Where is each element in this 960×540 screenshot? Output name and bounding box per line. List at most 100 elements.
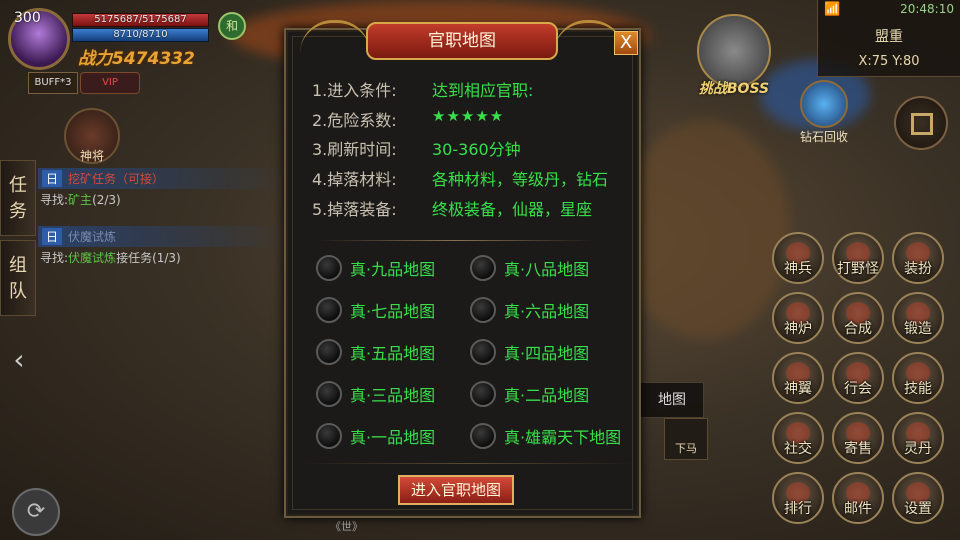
buff-badge[interactable]: BUFF*3 bbox=[28, 72, 78, 94]
function-button[interactable]: 寄售 bbox=[832, 412, 884, 464]
divider bbox=[318, 240, 594, 241]
challenge-boss-button[interactable]: 挑战BOSS bbox=[684, 14, 784, 104]
mp-text: 8710/8710 bbox=[113, 29, 168, 40]
map-option-label: 真·六品地图 bbox=[504, 302, 590, 321]
tab-tasks[interactable]: 任 务 bbox=[0, 160, 36, 236]
function-button[interactable]: 技能 bbox=[892, 352, 944, 404]
dismount-button[interactable]: 下马 bbox=[664, 418, 708, 460]
info-row: 1.进入条件: 达到相应官职: bbox=[312, 77, 642, 101]
map-option[interactable]: 真·四品地图 bbox=[470, 339, 589, 365]
task-item[interactable]: 日伏魔试炼 寻找:伏魔试炼接任务(1/3) bbox=[38, 226, 288, 268]
minimap-info[interactable]: 📶 20:48:10 盟重 X:75 Y:80 bbox=[817, 0, 960, 77]
function-button[interactable]: 神炉 bbox=[772, 292, 824, 344]
pk-mode-button[interactable]: 和 bbox=[218, 12, 246, 40]
diamond-recycle-button[interactable]: 钻石回收 bbox=[796, 80, 852, 145]
info-label: 2.危险系数: bbox=[312, 111, 397, 130]
function-button[interactable]: 排行 bbox=[772, 472, 824, 524]
daily-tag: 日 bbox=[42, 170, 63, 187]
clock: 20:48:10 bbox=[900, 2, 954, 16]
player-level: 300 bbox=[14, 10, 41, 26]
radio-button[interactable] bbox=[316, 381, 342, 407]
tab-tasks-char2: 务 bbox=[9, 201, 27, 222]
info-value: 达到相应官职: bbox=[432, 81, 534, 100]
collapse-panel-icon[interactable]: ‹ bbox=[4, 340, 34, 380]
function-button-label: 寄售 bbox=[844, 441, 872, 457]
close-button[interactable]: X bbox=[614, 31, 638, 55]
info-value: 终极装备，仙器，星座 bbox=[432, 200, 593, 219]
function-button[interactable]: 合成 bbox=[832, 292, 884, 344]
task-name: 挖矿任务（可接） bbox=[68, 172, 165, 186]
map-option-label: 真·二品地图 bbox=[504, 386, 590, 405]
function-button-label: 行会 bbox=[844, 381, 872, 397]
dialog-title: 官职地图 bbox=[366, 22, 558, 60]
mp-bar: 8710/8710 bbox=[72, 28, 209, 42]
task-target-link[interactable]: 伏魔试炼 bbox=[68, 251, 116, 265]
map-option-label: 真·九品地图 bbox=[350, 260, 436, 279]
radio-button[interactable] bbox=[470, 297, 496, 323]
function-button[interactable]: 灵丹 bbox=[892, 412, 944, 464]
map-option[interactable]: 真·七品地图 bbox=[316, 297, 435, 323]
function-button-label: 排行 bbox=[784, 501, 812, 517]
radio-button[interactable] bbox=[470, 339, 496, 365]
map-option[interactable]: 真·二品地图 bbox=[470, 381, 589, 407]
map-option[interactable]: 真·六品地图 bbox=[470, 297, 589, 323]
function-button[interactable]: 神兵 bbox=[772, 232, 824, 284]
info-row: 5.掉落装备: 终极装备，仙器，星座 bbox=[312, 196, 642, 220]
function-button-label: 打野怪 bbox=[837, 261, 879, 277]
info-row: 3.刷新时间: 30-360分钟 bbox=[312, 136, 642, 160]
map-option[interactable]: 真·五品地图 bbox=[316, 339, 435, 365]
task-target-link[interactable]: 矿主 bbox=[68, 193, 92, 207]
pet-general-button[interactable]: 神将 bbox=[64, 108, 120, 164]
info-row: 4.掉落材料: 各种材料，等级丹，钻石 bbox=[312, 166, 642, 190]
map-name: 盟重 bbox=[875, 29, 903, 45]
scenery-wall bbox=[620, 120, 790, 340]
diamond-recycle-label: 钻石回收 bbox=[799, 130, 848, 144]
map-option[interactable]: 真·八品地图 bbox=[470, 255, 589, 281]
function-button[interactable]: 社交 bbox=[772, 412, 824, 464]
function-button[interactable]: 装扮 bbox=[892, 232, 944, 284]
vip-badge[interactable]: VIP bbox=[80, 72, 140, 94]
radio-button[interactable] bbox=[470, 423, 496, 449]
function-button[interactable]: 神翼 bbox=[772, 352, 824, 404]
map-option[interactable]: 真·九品地图 bbox=[316, 255, 435, 281]
function-button[interactable]: 锻造 bbox=[892, 292, 944, 344]
world-chat[interactable]: 《世》 bbox=[330, 518, 363, 534]
map-tooltip[interactable]: 地图 bbox=[640, 382, 704, 418]
function-button-label: 邮件 bbox=[844, 501, 872, 517]
player-hud: 300 5175687/5175687 8710/8710 战力5474332 … bbox=[0, 0, 215, 100]
radio-button[interactable] bbox=[470, 381, 496, 407]
enter-map-button[interactable]: 进入官职地图 bbox=[398, 475, 514, 505]
map-option-label: 真·雄霸天下地图 bbox=[504, 428, 622, 447]
map-option[interactable]: 真·雄霸天下地图 bbox=[470, 423, 621, 449]
function-button-label: 设置 bbox=[904, 501, 932, 517]
info-value: 各种材料，等级丹，钻石 bbox=[432, 170, 609, 189]
radio-button[interactable] bbox=[316, 423, 342, 449]
daily-tag: 日 bbox=[42, 228, 63, 245]
diamond-icon bbox=[800, 80, 848, 128]
divider bbox=[304, 463, 634, 464]
map-option[interactable]: 真·三品地图 bbox=[316, 381, 435, 407]
radio-button[interactable] bbox=[316, 255, 342, 281]
radio-button[interactable] bbox=[316, 339, 342, 365]
map-option[interactable]: 真·一品地图 bbox=[316, 423, 435, 449]
tab-team-char2: 队 bbox=[9, 281, 27, 302]
tab-team[interactable]: 组 队 bbox=[0, 240, 36, 316]
hp-bar: 5175687/5175687 bbox=[72, 13, 209, 27]
function-button[interactable]: 打野怪 bbox=[832, 232, 884, 284]
function-button[interactable]: 行会 bbox=[832, 352, 884, 404]
radio-button[interactable] bbox=[316, 297, 342, 323]
function-button[interactable]: 设置 bbox=[892, 472, 944, 524]
task-name: 伏魔试炼 bbox=[68, 230, 117, 244]
expand-menu-button[interactable] bbox=[894, 96, 948, 150]
combat-power: 战力5474332 bbox=[78, 49, 195, 69]
task-item[interactable]: 日挖矿任务（可接） 寻找:矿主(2/3) bbox=[38, 168, 288, 210]
function-button-label: 神翼 bbox=[784, 381, 812, 397]
radio-button[interactable] bbox=[470, 255, 496, 281]
refresh-icon[interactable]: ⟳ bbox=[12, 488, 60, 536]
wifi-icon: 📶 bbox=[824, 2, 841, 17]
info-row: 2.危险系数: ★★★★★ bbox=[312, 107, 642, 131]
info-label: 3.刷新时间: bbox=[312, 140, 397, 159]
function-button[interactable]: 邮件 bbox=[832, 472, 884, 524]
tab-tasks-char1: 任 bbox=[9, 175, 27, 196]
function-button-label: 装扮 bbox=[904, 261, 932, 277]
